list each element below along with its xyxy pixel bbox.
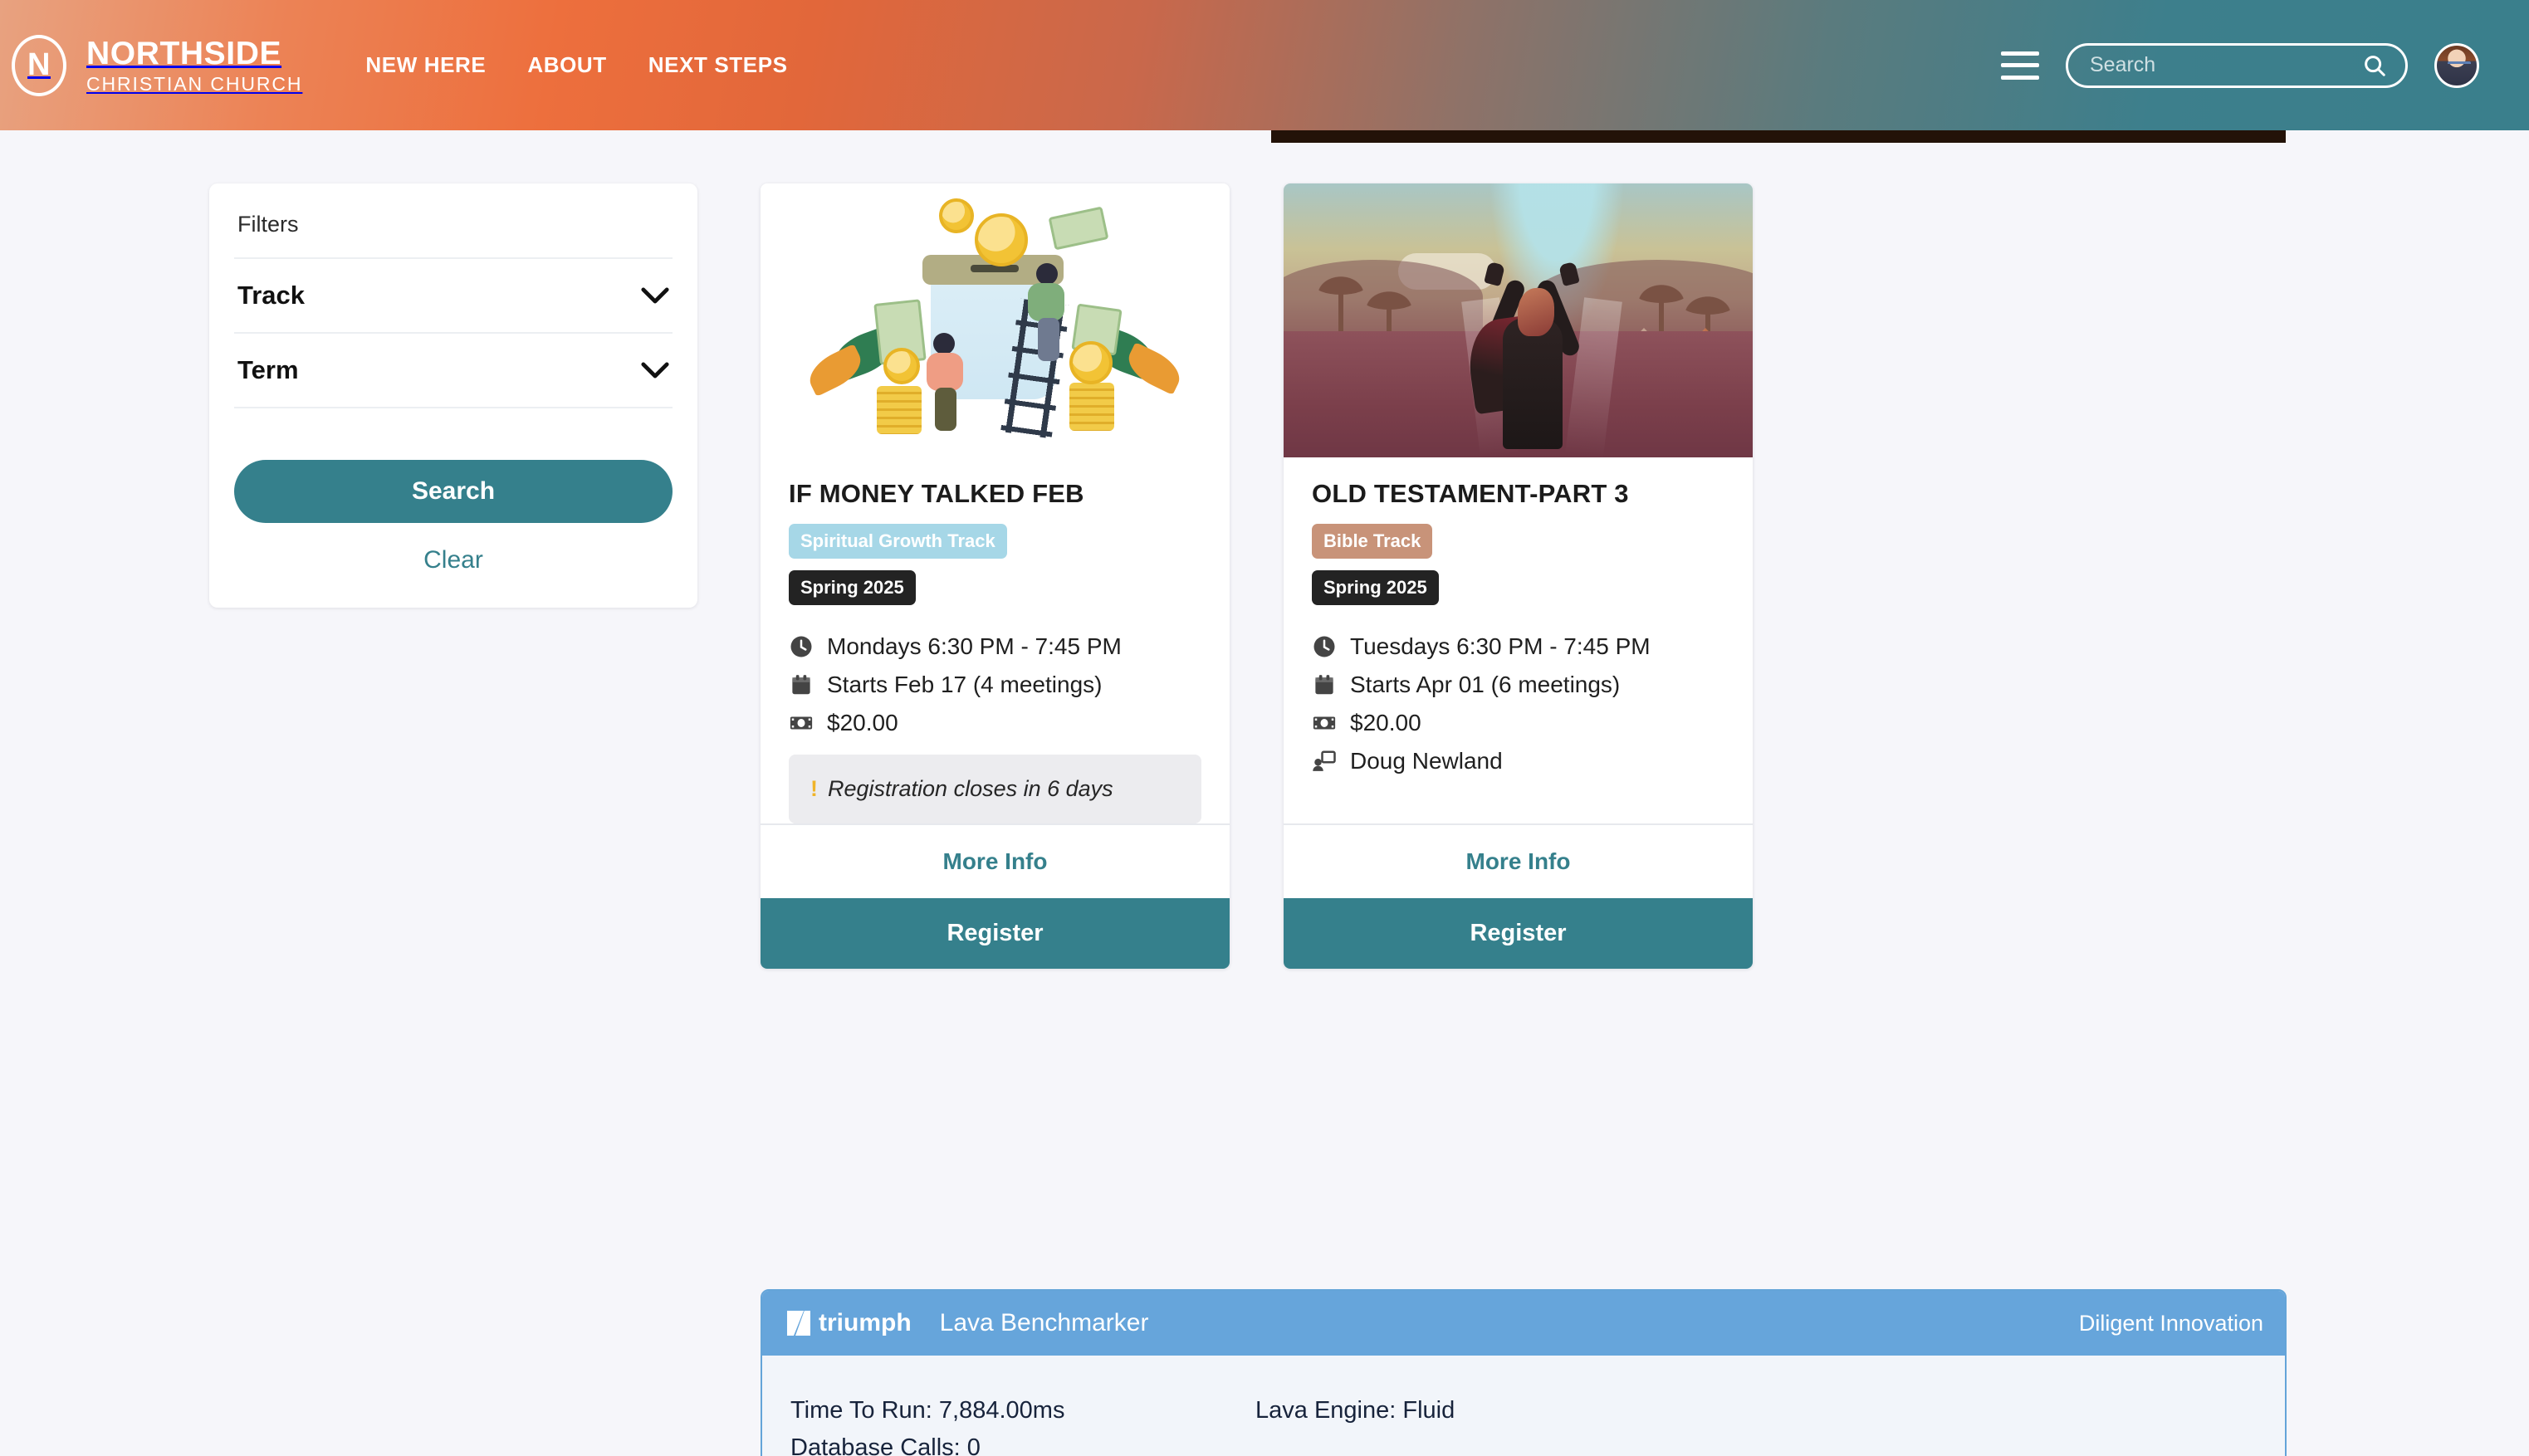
course-art-money-jar	[761, 183, 1230, 457]
filter-label-term: Term	[237, 355, 299, 384]
course-cost: $20.00	[789, 710, 1201, 736]
course-start: Starts Feb 17 (4 meetings)	[789, 672, 1201, 698]
course-cost-text: $20.00	[827, 710, 898, 735]
register-button[interactable]: Register	[1284, 898, 1753, 970]
benchmark-title: Lava Benchmarker	[939, 1309, 1149, 1336]
clock-icon	[790, 636, 812, 657]
brand-name-primary: NORTHSIDE	[86, 35, 282, 71]
more-info-link[interactable]: More Info	[1284, 823, 1753, 899]
warning-exclamation-icon: !	[810, 776, 818, 801]
filter-actions: Search Clear	[234, 408, 673, 574]
search-input[interactable]	[2090, 53, 2362, 77]
benchmark-header: triumph Lava Benchmarker Diligent Innova…	[762, 1291, 2285, 1356]
course-art-biblical-figure	[1284, 183, 1753, 457]
benchmark-time-to-run: Time To Run: 7,884.00ms	[790, 1397, 1065, 1424]
course-schedule: Tuesdays 6:30 PM - 7:45 PM	[1312, 633, 1724, 660]
brand-wordmark: NORTHSIDE CHRISTIAN CHURCH	[86, 37, 302, 94]
course-schedule: Mondays 6:30 PM - 7:45 PM	[789, 633, 1201, 660]
benchmark-lava-engine: Lava Engine: Fluid	[1255, 1397, 1455, 1424]
course-registration-notice: ! Registration closes in 6 days	[789, 755, 1201, 824]
content-layout: Filters Track Term Search Clear IF MONEY…	[0, 183, 2529, 970]
course-cost: $20.00	[1312, 710, 1724, 736]
filter-row-track[interactable]: Track	[234, 259, 673, 334]
course-title: IF MONEY TALKED FEB	[789, 479, 1084, 508]
clear-filters-link[interactable]: Clear	[234, 546, 673, 574]
more-info-link[interactable]: More Info	[761, 823, 1230, 899]
benchmark-logo-text: triumph	[819, 1309, 912, 1336]
course-meta-list: Tuesdays 6:30 PM - 7:45 PM Starts Apr 01…	[1312, 633, 1724, 774]
course-notice-text: Registration closes in 6 days	[828, 776, 1113, 801]
brand-name-secondary: CHRISTIAN CHURCH	[86, 72, 303, 95]
clock-icon	[1313, 636, 1335, 657]
course-track-badge: Bible Track	[1312, 524, 1433, 559]
nav-item-next-steps[interactable]: NEXT STEPS	[648, 52, 788, 78]
course-leader: Doug Newland	[1312, 748, 1724, 774]
course-term-badge: Spring 2025	[789, 570, 916, 605]
nav-item-new-here[interactable]: NEW HERE	[365, 52, 486, 78]
chevron-down-icon[interactable]	[641, 362, 669, 379]
search-button[interactable]: Search	[234, 460, 673, 523]
register-button[interactable]: Register	[761, 898, 1230, 970]
course-start-text: Starts Feb 17 (4 meetings)	[827, 672, 1103, 697]
filter-panel: Filters Track Term Search Clear	[209, 183, 697, 608]
page-content: Filters Track Term Search Clear IF MONEY…	[0, 130, 2529, 1456]
course-meta-list: Mondays 6:30 PM - 7:45 PM Starts Feb 17 …	[789, 633, 1201, 736]
course-leader-text: Doug Newland	[1350, 748, 1503, 774]
money-bill-icon	[1313, 716, 1336, 730]
site-header: N NORTHSIDE CHRISTIAN CHURCH NEW HERE AB…	[0, 0, 2529, 143]
brand-logo-link[interactable]: N NORTHSIDE CHRISTIAN CHURCH	[12, 34, 302, 96]
course-card-list: IF MONEY TALKED FEB Spiritual Growth Tra…	[761, 183, 1753, 970]
course-card[interactable]: IF MONEY TALKED FEB Spiritual Growth Tra…	[761, 183, 1230, 970]
course-card[interactable]: OLD TESTAMENT-PART 3 Bible Track Spring …	[1284, 183, 1753, 970]
course-card-body: IF MONEY TALKED FEB Spiritual Growth Tra…	[761, 457, 1230, 824]
benchmark-body: Time To Run: 7,884.00ms Database Calls: …	[762, 1356, 2285, 1456]
course-track-badge: Spiritual Growth Track	[789, 524, 1007, 559]
filters-heading: Filters	[234, 212, 673, 259]
brand-mark-icon: N	[12, 34, 66, 96]
benchmark-metrics-left: Time To Run: 7,884.00ms Database Calls: …	[790, 1392, 1255, 1456]
filter-label-track: Track	[237, 281, 306, 310]
primary-navigation: NEW HERE ABOUT NEXT STEPS	[365, 52, 787, 78]
calendar-icon	[1315, 675, 1333, 695]
course-start: Starts Apr 01 (6 meetings)	[1312, 672, 1724, 698]
benchmark-org: Diligent Innovation	[2078, 1310, 2263, 1336]
benchmark-metrics-right: Lava Engine: Fluid	[1255, 1392, 1455, 1456]
course-title: OLD TESTAMENT-PART 3	[1312, 479, 1629, 508]
header-search[interactable]	[2066, 42, 2408, 88]
course-cost-text: $20.00	[1350, 710, 1421, 735]
filter-row-term[interactable]: Term	[234, 334, 673, 408]
course-schedule-text: Tuesdays 6:30 PM - 7:45 PM	[1350, 633, 1651, 659]
course-schedule-text: Mondays 6:30 PM - 7:45 PM	[827, 633, 1122, 659]
benchmark-database-calls: Database Calls: 0	[790, 1434, 981, 1456]
money-bill-icon	[790, 716, 813, 730]
course-card-body: OLD TESTAMENT-PART 3 Bible Track Spring …	[1284, 457, 1753, 823]
chevron-down-icon[interactable]	[641, 287, 669, 304]
course-start-text: Starts Apr 01 (6 meetings)	[1350, 672, 1621, 697]
avatar[interactable]	[2434, 42, 2479, 88]
course-term-badge: Spring 2025	[1312, 570, 1439, 605]
triumph-logo-icon	[787, 1311, 810, 1336]
nav-item-about[interactable]: ABOUT	[527, 52, 606, 78]
lava-benchmark-panel: triumph Lava Benchmarker Diligent Innova…	[761, 1289, 2287, 1456]
search-icon[interactable]	[2362, 53, 2387, 78]
hamburger-menu-icon[interactable]	[2001, 51, 2039, 80]
header-actions	[2001, 42, 2479, 88]
presenter-icon	[1313, 750, 1336, 771]
calendar-icon	[792, 675, 810, 695]
